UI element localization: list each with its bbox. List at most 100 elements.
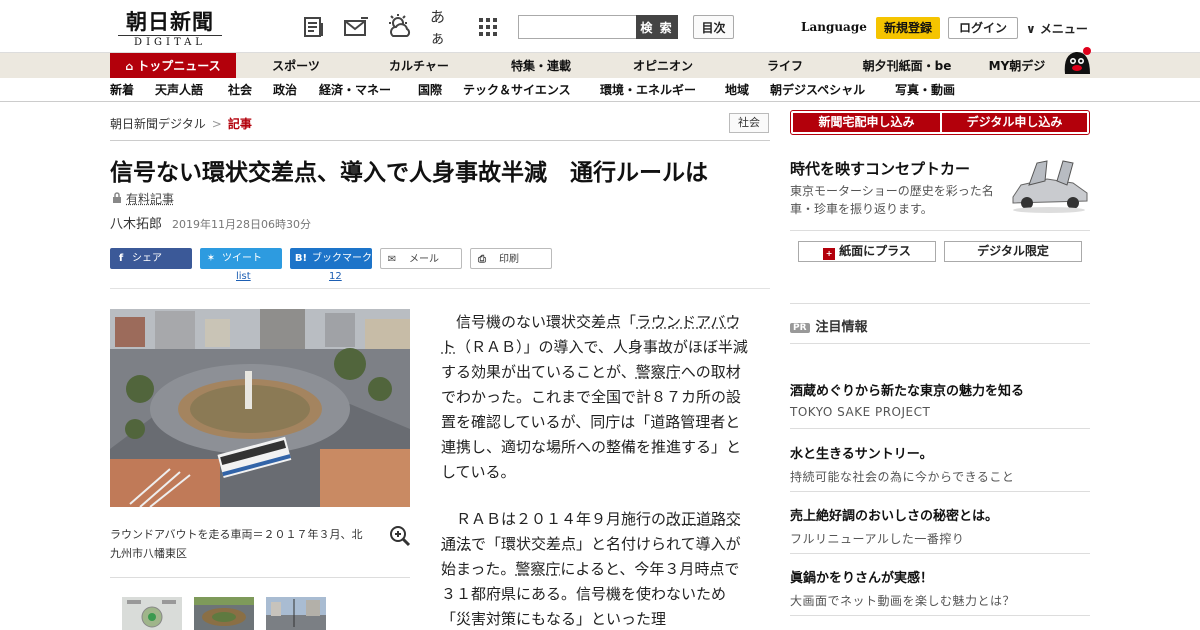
subnav-international[interactable]: 国際 bbox=[418, 78, 442, 102]
concept-car-image[interactable] bbox=[1007, 155, 1091, 215]
pr-heading-text: 注目情報 bbox=[816, 320, 868, 335]
pr-item-subtitle: フルリニューアルした一番搾り bbox=[790, 530, 1090, 547]
breadcrumb-separator: > bbox=[212, 117, 222, 131]
pr-item[interactable]: 眞鍋かをりさんが実感！ 大画面でネット動画を楽しむ魅力とは？ bbox=[790, 567, 1090, 609]
login-button[interactable]: ログイン bbox=[948, 17, 1018, 39]
digital-only-button[interactable]: デジタル限定 bbox=[944, 241, 1082, 262]
author-name: 八木拓郎 bbox=[110, 217, 162, 232]
menu-button[interactable]: ∨ メニュー bbox=[1026, 20, 1088, 37]
mail-share-button[interactable]: ✉ メール bbox=[380, 248, 462, 269]
text-span: ＲＡＢは２０１４年９月施行の bbox=[456, 510, 666, 528]
site-logo[interactable]: 朝日新聞 DIGITAL bbox=[112, 6, 228, 48]
bookmark-count[interactable]: 12 bbox=[329, 271, 342, 282]
home-icon: ⌂ bbox=[125, 60, 133, 73]
zoom-in-icon[interactable] bbox=[389, 525, 411, 547]
nav-opinion[interactable]: オピニオン bbox=[613, 53, 713, 79]
divider bbox=[790, 428, 1090, 429]
pr-item[interactable]: 水と生きるサントリー。 持続可能な社会の為に今からできること bbox=[790, 443, 1090, 485]
paper-plus-icon: + bbox=[823, 248, 835, 260]
facebook-share-button[interactable]: f シェア bbox=[110, 248, 192, 269]
nav-features[interactable]: 特集・連載 bbox=[491, 53, 591, 79]
text-span: 信号機のない環状交差点「 bbox=[456, 313, 636, 331]
twitter-share-button[interactable]: ✶ ツイート bbox=[200, 248, 282, 269]
divider bbox=[790, 303, 1090, 304]
mascot-icon[interactable] bbox=[1060, 44, 1094, 78]
envelope-icon: ✉ bbox=[381, 249, 403, 270]
twitter-count[interactable]: list bbox=[236, 271, 251, 282]
paper-plus-button[interactable]: + 紙面にプラス bbox=[798, 241, 936, 262]
digital-subscribe-button[interactable]: デジタル申し込み bbox=[942, 113, 1087, 132]
photo-thumbnail-2[interactable] bbox=[194, 597, 254, 630]
site-header: 朝日新聞 DIGITAL あぁ 検 索 目次 Language 新規登録 ログイ… bbox=[0, 0, 1200, 52]
divider bbox=[790, 343, 1090, 344]
sub-nav: 新着 天声人語 社会 政治 経済・マネー 国際 テック＆サイエンス 環境・エネル… bbox=[0, 78, 1200, 102]
hatena-bookmark-button[interactable]: B! ブックマーク bbox=[290, 248, 372, 269]
main-nav: ⌂ トップニュース スポーツ カルチャー 特集・連載 オピニオン ライフ 朝夕刊紙… bbox=[0, 52, 1200, 78]
search-button[interactable]: 検 索 bbox=[636, 15, 678, 39]
subnav-photo[interactable]: 写真・動画 bbox=[895, 78, 955, 102]
divider bbox=[110, 288, 770, 289]
byline: 八木拓郎 2019年11月28日06時30分 bbox=[110, 213, 311, 232]
lock-icon bbox=[112, 192, 122, 206]
mail-label: メール bbox=[409, 254, 439, 265]
subnav-economy[interactable]: 経済・マネー bbox=[319, 78, 391, 102]
subnav-tensei[interactable]: 天声人語 bbox=[155, 78, 203, 102]
share-label: シェア bbox=[132, 253, 162, 264]
pr-item[interactable]: 酒蔵めぐりから新たな東京の魅力を知る TOKYO SAKE PROJECT bbox=[790, 380, 1090, 419]
toc-button[interactable]: 目次 bbox=[693, 15, 734, 39]
nav-life[interactable]: ライフ bbox=[735, 53, 835, 79]
nav-top-news[interactable]: ⌂ トップニュース bbox=[110, 53, 236, 79]
nav-paper[interactable]: 朝夕刊紙面・be bbox=[850, 53, 964, 79]
subnav-environment[interactable]: 環境・エネルギー bbox=[600, 78, 696, 102]
paid-label-text[interactable]: 有料記事 bbox=[126, 192, 174, 206]
newspaper-delivery-button[interactable]: 新聞宅配申し込み bbox=[793, 113, 940, 132]
article-paragraph: ＲＡＢは２０１４年９月施行の改正道路交通法で「環状交差点」と名付けられて導入が始… bbox=[441, 507, 751, 630]
link-npa[interactable]: 警察庁 bbox=[515, 560, 560, 578]
divider bbox=[110, 140, 770, 141]
promo-title[interactable]: 時代を映すコンセプトカー bbox=[790, 158, 970, 179]
pr-item-title: 水と生きるサントリー。 bbox=[790, 443, 1090, 462]
publish-date: 2019年11月28日06時30分 bbox=[172, 218, 311, 231]
logo-sub-text: DIGITAL bbox=[118, 35, 222, 48]
register-button[interactable]: 新規登録 bbox=[876, 17, 940, 39]
print-button[interactable]: ⎙ 印刷 bbox=[470, 248, 552, 269]
pr-item-title: 酒蔵めぐりから新たな東京の魅力を知る bbox=[790, 380, 1090, 399]
divider bbox=[110, 577, 410, 578]
breadcrumb: 朝日新聞デジタル > 記事 bbox=[110, 115, 252, 132]
nav-sports[interactable]: スポーツ bbox=[246, 53, 346, 79]
pr-item[interactable]: 売上絶好調のおいしさの秘密とは。 フルリニューアルした一番搾り bbox=[790, 505, 1090, 547]
divider bbox=[790, 230, 1090, 231]
photo-thumbnail-1[interactable] bbox=[122, 597, 182, 630]
breadcrumb-home[interactable]: 朝日新聞デジタル bbox=[110, 117, 206, 131]
mail-icon[interactable] bbox=[342, 13, 370, 41]
nav-my-asahi[interactable]: MY朝デジ bbox=[978, 53, 1056, 79]
tweet-label: ツイート bbox=[222, 253, 262, 264]
link-npa[interactable]: 警察庁 bbox=[636, 363, 681, 381]
subnav-region[interactable]: 地域 bbox=[725, 78, 749, 102]
search-input[interactable] bbox=[518, 15, 638, 39]
font-size-icon[interactable]: あぁ bbox=[430, 13, 458, 41]
weather-icon[interactable] bbox=[385, 13, 413, 41]
subnav-special[interactable]: 朝デジスペシャル bbox=[770, 78, 865, 102]
grid-menu-icon[interactable] bbox=[474, 13, 502, 41]
subnav-tech[interactable]: テック＆サイエンス bbox=[463, 78, 571, 102]
print-label: 印刷 bbox=[499, 254, 519, 265]
newspaper-icon[interactable] bbox=[300, 13, 328, 41]
subnav-politics[interactable]: 政治 bbox=[273, 78, 297, 102]
pr-item-subtitle: 大画面でネット動画を楽しむ魅力とは？ bbox=[790, 592, 1090, 609]
photo-thumbnail-3[interactable] bbox=[266, 597, 326, 630]
subscribe-buttons: 新聞宅配申し込み デジタル申し込み bbox=[790, 110, 1090, 135]
nav-culture[interactable]: カルチャー bbox=[369, 53, 469, 79]
paid-article-label: 有料記事 bbox=[112, 190, 174, 207]
subnav-society[interactable]: 社会 bbox=[228, 78, 252, 102]
pr-item-title: 売上絶好調のおいしさの秘密とは。 bbox=[790, 505, 1090, 524]
pr-item-subtitle: 持続可能な社会の為に今からできること bbox=[790, 468, 1090, 485]
logo-main-text: 朝日新聞 bbox=[112, 6, 228, 36]
subnav-new[interactable]: 新着 bbox=[110, 78, 134, 102]
promo-text: 東京モーターショーの歴史を彩った名車・珍車を振り返ります。 bbox=[790, 182, 1005, 218]
language-link[interactable]: Language bbox=[801, 20, 867, 34]
category-badge[interactable]: 社会 bbox=[729, 113, 769, 133]
article-photo[interactable] bbox=[110, 309, 410, 507]
pr-item-title: 眞鍋かをりさんが実感！ bbox=[790, 567, 1090, 586]
article-paragraph: 信号機のない環状交差点「ラウンドアバウト（ＲＡＢ）」の導入で、人身事故がほぼ半減… bbox=[441, 310, 751, 485]
